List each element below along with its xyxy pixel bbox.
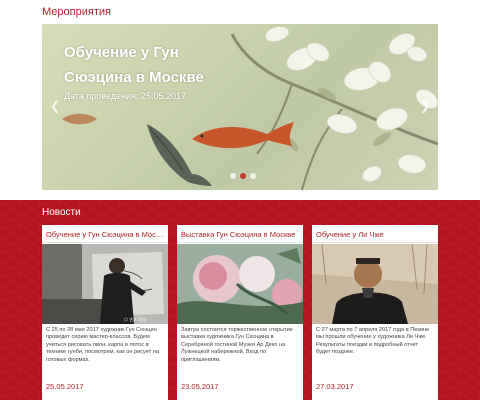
news-card-image[interactable]: ◎ 艺术 国画 — [42, 244, 168, 324]
news-card-date: 27.03.2017 — [316, 382, 354, 391]
news-card-image[interactable] — [312, 244, 438, 324]
news-card[interactable]: Выставка Гун Сюэцина в Москве Завтра сос… — [177, 225, 303, 400]
news-card[interactable]: Обучение у Ли Чже С 27 марта по 7 апреля… — [312, 225, 438, 400]
news-card-date: 25.05.2017 — [46, 382, 84, 391]
slider-prev-button[interactable]: ❮ — [50, 99, 60, 113]
slider-dot[interactable] — [250, 173, 256, 179]
news-section-title: Новости — [42, 207, 81, 218]
news-section: Новости Обучение у Гун Сюэцина в Москве … — [0, 200, 480, 400]
slider-pagination — [230, 173, 256, 179]
events-section-title: Мероприятия — [42, 6, 111, 18]
news-card-text: С 27 марта по 7 апреля 2017 года в Пекин… — [316, 327, 430, 356]
slide-title[interactable]: Обучение у Гун Сюэцина в Москве — [64, 40, 224, 90]
chevron-left-icon: ❮ — [50, 99, 61, 113]
news-card-title[interactable]: Выставка Гун Сюэцина в Москве — [177, 225, 303, 243]
news-card-text: С 25 по 28 мая 2017 художник Гун Сюэцин … — [46, 327, 160, 363]
slider-next-button[interactable]: ❯ — [420, 99, 430, 113]
chevron-right-icon: ❯ — [419, 99, 430, 113]
slide-date: Дата проведения: 25.05.2017 — [64, 91, 186, 101]
news-card-text: Завтра состоится торжественное открытие … — [181, 327, 293, 363]
news-card-title[interactable]: Обучение у Гун Сюэцина в Москве — [42, 225, 168, 243]
slider-dot-active[interactable] — [240, 173, 246, 179]
slider-dot[interactable] — [230, 173, 236, 179]
news-card-date: 23.05.2017 — [181, 382, 219, 391]
svg-text:◎ 艺术 国画: ◎ 艺术 国画 — [124, 316, 146, 322]
events-slider[interactable]: Обучение у Гун Сюэцина в Москве Дата про… — [42, 24, 438, 190]
news-card-image[interactable] — [177, 244, 303, 324]
news-card-title[interactable]: Обучение у Ли Чже — [312, 225, 438, 243]
news-card[interactable]: Обучение у Гун Сюэцина в Москве ◎ 艺术 国画 … — [42, 225, 168, 400]
